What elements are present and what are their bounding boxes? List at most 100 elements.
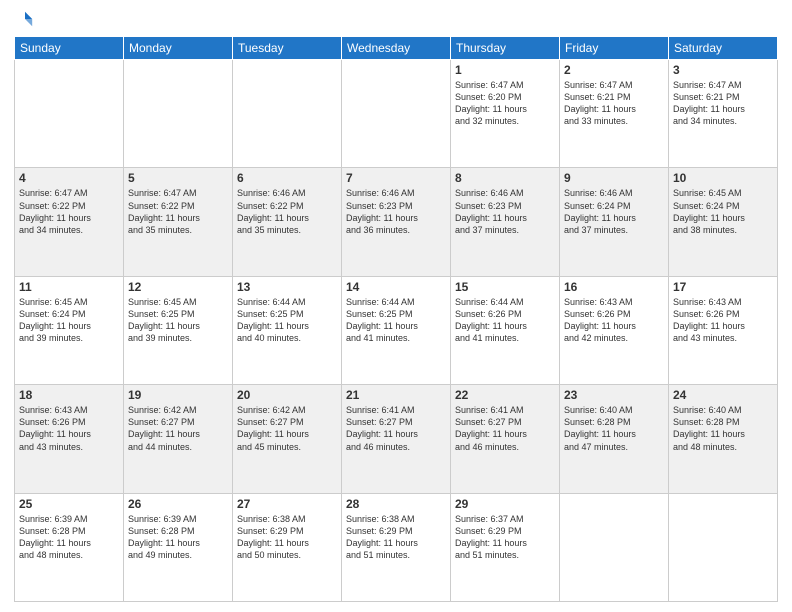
day-number: 1 bbox=[455, 63, 555, 77]
calendar-cell: 8 Sunrise: 6:46 AM Sunset: 6:23 PM Daylig… bbox=[451, 168, 560, 276]
day-number: 29 bbox=[455, 497, 555, 511]
calendar-cell: 7 Sunrise: 6:46 AM Sunset: 6:23 PM Daylig… bbox=[342, 168, 451, 276]
day-number: 15 bbox=[455, 280, 555, 294]
calendar-cell: 16 Sunrise: 6:43 AM Sunset: 6:26 PM Dayli… bbox=[560, 276, 669, 384]
calendar-cell: 10 Sunrise: 6:45 AM Sunset: 6:24 PM Dayli… bbox=[669, 168, 778, 276]
calendar-cell: 25 Sunrise: 6:39 AM Sunset: 6:28 PM Dayli… bbox=[15, 493, 124, 601]
day-info: Sunrise: 6:46 AM Sunset: 6:24 PM Dayligh… bbox=[564, 187, 664, 236]
day-number: 11 bbox=[19, 280, 119, 294]
day-number: 23 bbox=[564, 388, 664, 402]
day-number: 22 bbox=[455, 388, 555, 402]
calendar-cell: 20 Sunrise: 6:42 AM Sunset: 6:27 PM Dayli… bbox=[233, 385, 342, 493]
day-number: 26 bbox=[128, 497, 228, 511]
calendar-cell: 9 Sunrise: 6:46 AM Sunset: 6:24 PM Daylig… bbox=[560, 168, 669, 276]
calendar-cell: 29 Sunrise: 6:37 AM Sunset: 6:29 PM Dayli… bbox=[451, 493, 560, 601]
week-row-1: 1 Sunrise: 6:47 AM Sunset: 6:20 PM Daylig… bbox=[15, 60, 778, 168]
calendar-cell: 24Sunrise: 6:40 AM Sunset: 6:28 PM Dayli… bbox=[669, 385, 778, 493]
weekday-header-sunday: Sunday bbox=[15, 37, 124, 60]
day-number: 24 bbox=[673, 388, 773, 402]
calendar-cell bbox=[124, 60, 233, 168]
calendar-cell: 17 Sunrise: 6:43 AM Sunset: 6:26 PM Dayli… bbox=[669, 276, 778, 384]
day-number: 21 bbox=[346, 388, 446, 402]
calendar-cell: 18 Sunrise: 6:43 AM Sunset: 6:26 PM Dayli… bbox=[15, 385, 124, 493]
calendar-cell: 21 Sunrise: 6:41 AM Sunset: 6:27 PM Dayli… bbox=[342, 385, 451, 493]
day-info: Sunrise: 6:46 AM Sunset: 6:23 PM Dayligh… bbox=[346, 187, 446, 236]
day-number: 19 bbox=[128, 388, 228, 402]
day-info: Sunrise: 6:42 AM Sunset: 6:27 PM Dayligh… bbox=[128, 404, 228, 453]
calendar-cell: 1 Sunrise: 6:47 AM Sunset: 6:20 PM Daylig… bbox=[451, 60, 560, 168]
day-number: 2 bbox=[564, 63, 664, 77]
day-number: 27 bbox=[237, 497, 337, 511]
week-row-5: 25 Sunrise: 6:39 AM Sunset: 6:28 PM Dayli… bbox=[15, 493, 778, 601]
day-info: Sunrise: 6:47 AM Sunset: 6:22 PM Dayligh… bbox=[128, 187, 228, 236]
weekday-header-thursday: Thursday bbox=[451, 37, 560, 60]
day-info: Sunrise: 6:37 AM Sunset: 6:29 PM Dayligh… bbox=[455, 513, 555, 562]
day-number: 20 bbox=[237, 388, 337, 402]
day-number: 3 bbox=[673, 63, 773, 77]
day-info: Sunrise: 6:43 AM Sunset: 6:26 PM Dayligh… bbox=[564, 296, 664, 345]
day-number: 14 bbox=[346, 280, 446, 294]
calendar-cell: 11 Sunrise: 6:45 AM Sunset: 6:24 PM Dayli… bbox=[15, 276, 124, 384]
day-info: Sunrise: 6:42 AM Sunset: 6:27 PM Dayligh… bbox=[237, 404, 337, 453]
day-info: Sunrise: 6:39 AM Sunset: 6:28 PM Dayligh… bbox=[19, 513, 119, 562]
day-info: Sunrise: 6:46 AM Sunset: 6:23 PM Dayligh… bbox=[455, 187, 555, 236]
day-info: Sunrise: 6:47 AM Sunset: 6:21 PM Dayligh… bbox=[564, 79, 664, 128]
day-info: Sunrise: 6:43 AM Sunset: 6:26 PM Dayligh… bbox=[673, 296, 773, 345]
calendar-cell: 28 Sunrise: 6:38 AM Sunset: 6:29 PM Dayli… bbox=[342, 493, 451, 601]
day-number: 28 bbox=[346, 497, 446, 511]
day-number: 18 bbox=[19, 388, 119, 402]
day-info: Sunrise: 6:45 AM Sunset: 6:24 PM Dayligh… bbox=[673, 187, 773, 236]
calendar-cell: 13Sunrise: 6:44 AM Sunset: 6:25 PM Dayli… bbox=[233, 276, 342, 384]
weekday-header-friday: Friday bbox=[560, 37, 669, 60]
header bbox=[14, 10, 778, 28]
day-info: Sunrise: 6:47 AM Sunset: 6:21 PM Dayligh… bbox=[673, 79, 773, 128]
day-number: 16 bbox=[564, 280, 664, 294]
logo bbox=[14, 10, 34, 28]
calendar-cell: 14Sunrise: 6:44 AM Sunset: 6:25 PM Dayli… bbox=[342, 276, 451, 384]
week-row-4: 18 Sunrise: 6:43 AM Sunset: 6:26 PM Dayli… bbox=[15, 385, 778, 493]
day-number: 10 bbox=[673, 171, 773, 185]
day-info: Sunrise: 6:38 AM Sunset: 6:29 PM Dayligh… bbox=[237, 513, 337, 562]
calendar-cell: 19 Sunrise: 6:42 AM Sunset: 6:27 PM Dayli… bbox=[124, 385, 233, 493]
day-number: 7 bbox=[346, 171, 446, 185]
calendar-cell bbox=[342, 60, 451, 168]
weekday-header-monday: Monday bbox=[124, 37, 233, 60]
calendar-cell: 22 Sunrise: 6:41 AM Sunset: 6:27 PM Dayli… bbox=[451, 385, 560, 493]
calendar-cell: 12 Sunrise: 6:45 AM Sunset: 6:25 PM Dayli… bbox=[124, 276, 233, 384]
day-info: Sunrise: 6:47 AM Sunset: 6:20 PM Dayligh… bbox=[455, 79, 555, 128]
day-info: Sunrise: 6:45 AM Sunset: 6:25 PM Dayligh… bbox=[128, 296, 228, 345]
calendar-cell: 2 Sunrise: 6:47 AM Sunset: 6:21 PM Daylig… bbox=[560, 60, 669, 168]
day-number: 17 bbox=[673, 280, 773, 294]
day-number: 9 bbox=[564, 171, 664, 185]
day-info: Sunrise: 6:41 AM Sunset: 6:27 PM Dayligh… bbox=[346, 404, 446, 453]
calendar-cell: 4 Sunrise: 6:47 AM Sunset: 6:22 PM Daylig… bbox=[15, 168, 124, 276]
weekday-header-wednesday: Wednesday bbox=[342, 37, 451, 60]
day-number: 8 bbox=[455, 171, 555, 185]
calendar-cell: 23Sunrise: 6:40 AM Sunset: 6:28 PM Dayli… bbox=[560, 385, 669, 493]
day-number: 25 bbox=[19, 497, 119, 511]
day-info: Sunrise: 6:47 AM Sunset: 6:22 PM Dayligh… bbox=[19, 187, 119, 236]
day-info: Sunrise: 6:41 AM Sunset: 6:27 PM Dayligh… bbox=[455, 404, 555, 453]
calendar-cell bbox=[15, 60, 124, 168]
day-info: Sunrise: 6:46 AM Sunset: 6:22 PM Dayligh… bbox=[237, 187, 337, 236]
day-number: 6 bbox=[237, 171, 337, 185]
day-info: Sunrise: 6:45 AM Sunset: 6:24 PM Dayligh… bbox=[19, 296, 119, 345]
calendar-table: SundayMondayTuesdayWednesdayThursdayFrid… bbox=[14, 36, 778, 602]
day-number: 13 bbox=[237, 280, 337, 294]
calendar-cell: 15 Sunrise: 6:44 AM Sunset: 6:26 PM Dayli… bbox=[451, 276, 560, 384]
calendar-cell: 5 Sunrise: 6:47 AM Sunset: 6:22 PM Daylig… bbox=[124, 168, 233, 276]
day-number: 5 bbox=[128, 171, 228, 185]
day-info: Sunrise: 6:43 AM Sunset: 6:26 PM Dayligh… bbox=[19, 404, 119, 453]
day-info: Sunrise: 6:44 AM Sunset: 6:26 PM Dayligh… bbox=[455, 296, 555, 345]
week-row-2: 4 Sunrise: 6:47 AM Sunset: 6:22 PM Daylig… bbox=[15, 168, 778, 276]
calendar-cell: 6 Sunrise: 6:46 AM Sunset: 6:22 PM Daylig… bbox=[233, 168, 342, 276]
calendar-cell bbox=[233, 60, 342, 168]
calendar-cell: 27 Sunrise: 6:38 AM Sunset: 6:29 PM Dayli… bbox=[233, 493, 342, 601]
logo-icon bbox=[16, 10, 34, 28]
weekday-header-saturday: Saturday bbox=[669, 37, 778, 60]
day-number: 12 bbox=[128, 280, 228, 294]
day-number: 4 bbox=[19, 171, 119, 185]
day-info: Sunrise: 6:38 AM Sunset: 6:29 PM Dayligh… bbox=[346, 513, 446, 562]
weekday-header-tuesday: Tuesday bbox=[233, 37, 342, 60]
day-info: Sunrise: 6:39 AM Sunset: 6:28 PM Dayligh… bbox=[128, 513, 228, 562]
